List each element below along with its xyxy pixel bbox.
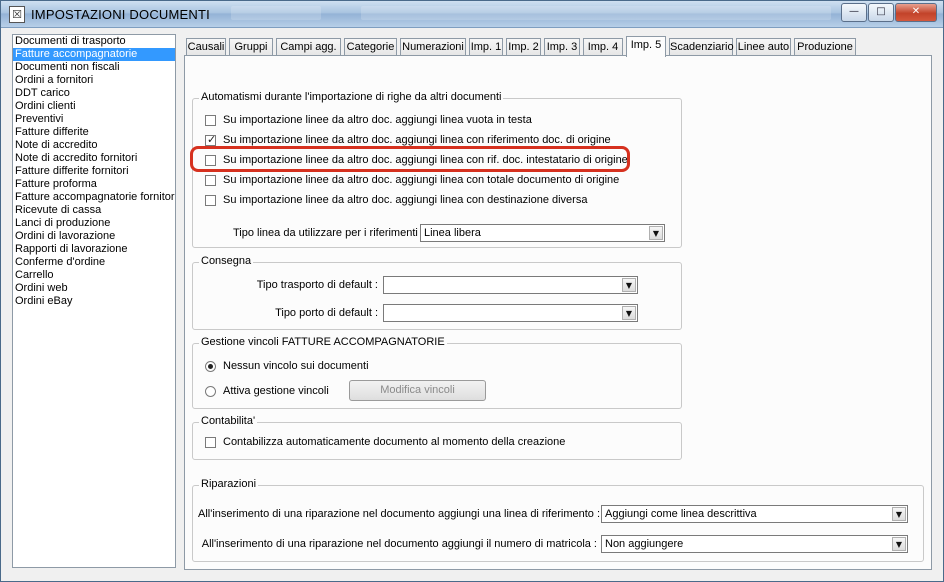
riferimento-select[interactable]: Aggiungi come linea descrittiva ▼ — [601, 505, 908, 523]
list-item[interactable]: Ordini clienti — [13, 100, 175, 113]
list-item[interactable]: Fatture differite — [13, 126, 175, 139]
select-value: Aggiungi come linea descrittiva — [605, 508, 757, 520]
matricola-select[interactable]: Non aggiungere ▼ — [601, 535, 908, 553]
list-item[interactable]: Ordini di lavorazione — [13, 230, 175, 243]
tab-linee-auto[interactable]: Linee auto — [736, 38, 791, 56]
select-value: Linea libera — [424, 227, 481, 239]
list-item[interactable]: DDT carico — [13, 87, 175, 100]
list-item[interactable]: Fatture differite fornitori — [13, 165, 175, 178]
checkmark-icon: ✓ — [207, 133, 217, 146]
tab-causali[interactable]: Causali — [186, 38, 226, 56]
radio-attiva-vincoli[interactable] — [205, 386, 216, 397]
tipo-linea-label: Tipo linea da utilizzare per i riferimen… — [233, 227, 424, 239]
group-legend: Automatismi durante l'importazione di ri… — [199, 91, 504, 103]
chevron-down-icon[interactable]: ▼ — [622, 278, 636, 292]
tab-scadenziario[interactable]: Scadenziario — [669, 38, 734, 56]
group-riparazioni: Riparazioni All'inserimento di una ripar… — [192, 478, 924, 562]
document-type-list[interactable]: Documenti di trasporto Fatture accompagna… — [12, 34, 176, 568]
tipo-trasporto-select[interactable]: ▼ — [383, 276, 638, 294]
riferimento-label: All'inserimento di una riparazione nel d… — [198, 508, 601, 520]
list-item[interactable]: Preventivi — [13, 113, 175, 126]
background-window-ghost — [361, 6, 831, 20]
list-item[interactable]: Fatture accompagnatorie fornitori — [13, 191, 175, 204]
matricola-label: All'inserimento di una riparazione nel d… — [201, 538, 597, 550]
tipo-trasporto-label: Tipo trasporto di default : — [256, 279, 378, 291]
group-contabilita: Contabilita' Contabilizza automaticament… — [192, 415, 682, 460]
group-consegna: Consegna Tipo trasporto di default : ▼ T… — [192, 255, 682, 330]
tab-gruppi[interactable]: Gruppi — [229, 38, 273, 56]
tipo-porto-label: Tipo porto di default : — [275, 307, 378, 319]
list-item[interactable]: Conferme d'ordine — [13, 256, 175, 269]
title-bar[interactable]: ☒ IMPOSTAZIONI DOCUMENTI — □ ✕ — [1, 1, 943, 28]
select-value: Non aggiungere — [605, 538, 684, 550]
list-item[interactable]: Ricevute di cassa — [13, 204, 175, 217]
window-title: IMPOSTAZIONI DOCUMENTI — [31, 7, 210, 22]
background-window-ghost — [231, 6, 321, 20]
group-automatismi: Automatismi durante l'importazione di ri… — [192, 91, 682, 248]
list-item[interactable]: Ordini web — [13, 282, 175, 295]
automatismo-checkbox[interactable] — [205, 195, 216, 206]
maximize-button[interactable]: □ — [868, 3, 894, 22]
list-item[interactable]: Carrello — [13, 269, 175, 282]
list-item[interactable]: Documenti di trasporto — [13, 35, 175, 48]
tab-panel-imp5: Automatismi durante l'importazione di ri… — [184, 55, 932, 570]
radio-nessun-vincolo-label: Nessun vincolo sui documenti — [223, 360, 369, 372]
highlight-annotation — [190, 146, 630, 172]
tab-imp-2[interactable]: Imp. 2 — [506, 38, 541, 56]
tipo-linea-select[interactable]: Linea libera ▼ — [420, 224, 665, 242]
window-controls: — □ ✕ — [841, 3, 937, 22]
automatismo-label: Su importazione linee da altro doc. aggi… — [223, 174, 620, 186]
list-item[interactable]: Fatture proforma — [13, 178, 175, 191]
group-legend: Riparazioni — [199, 478, 259, 490]
minimize-button[interactable]: — — [841, 3, 867, 22]
chevron-down-icon[interactable]: ▼ — [622, 306, 636, 320]
window-client: Documenti di trasporto Fatture accompagna… — [7, 28, 939, 577]
tab-imp-4[interactable]: Imp. 4 — [583, 38, 623, 56]
tab-categorie[interactable]: Categorie — [344, 38, 397, 56]
group-legend: Consegna — [199, 255, 254, 267]
radio-attiva-vincoli-label: Attiva gestione vincoli — [223, 385, 329, 397]
tab-produzione[interactable]: Produzione — [794, 38, 856, 56]
chevron-down-icon[interactable]: ▼ — [649, 226, 663, 240]
close-button[interactable]: ✕ — [895, 3, 937, 22]
automatismo-checkbox[interactable]: ✓ — [205, 133, 217, 146]
automatismo-checkbox[interactable] — [205, 175, 216, 186]
list-item[interactable]: Note di accredito — [13, 139, 175, 152]
list-item[interactable]: Note di accredito fornitori — [13, 152, 175, 165]
tab-campi-agg[interactable]: Campi agg. — [276, 38, 341, 56]
radio-dot — [208, 364, 213, 369]
tab-numerazioni[interactable]: Numerazioni — [400, 38, 466, 56]
tab-imp-5[interactable]: Imp. 5 — [626, 36, 666, 57]
contabilizza-label: Contabilizza automaticamente documento a… — [223, 436, 566, 448]
automatismo-label: Su importazione linee da altro doc. aggi… — [223, 194, 588, 206]
tipo-porto-select[interactable]: ▼ — [383, 304, 638, 322]
list-item[interactable]: Documenti non fiscali — [13, 61, 175, 74]
chevron-down-icon[interactable]: ▼ — [892, 507, 906, 521]
list-item[interactable]: Lanci di produzione — [13, 217, 175, 230]
contabilizza-checkbox[interactable] — [205, 437, 216, 448]
list-item[interactable]: Rapporti di lavorazione — [13, 243, 175, 256]
radio-nessun-vincolo[interactable] — [205, 361, 216, 372]
tab-imp-1[interactable]: Imp. 1 — [469, 38, 503, 56]
tab-imp-3[interactable]: Imp. 3 — [544, 38, 580, 56]
group-legend: Gestione vincoli FATTURE ACCOMPAGNATORIE — [199, 336, 447, 348]
automatismo-checkbox[interactable] — [205, 115, 216, 126]
modifica-vincoli-button[interactable]: Modifica vincoli — [349, 380, 486, 401]
settings-window: ☒ IMPOSTAZIONI DOCUMENTI — □ ✕ Documenti… — [0, 0, 944, 582]
automatismo-label: Su importazione linee da altro doc. aggi… — [223, 114, 532, 126]
group-legend: Contabilita' — [199, 415, 258, 427]
group-vincoli: Gestione vincoli FATTURE ACCOMPAGNATORIE… — [192, 336, 682, 409]
list-item[interactable]: Fatture accompagnatorie — [13, 48, 175, 61]
chevron-down-icon[interactable]: ▼ — [892, 537, 906, 551]
document-icon: ☒ — [9, 6, 25, 23]
list-item[interactable]: Ordini a fornitori — [13, 74, 175, 87]
list-item[interactable]: Ordini eBay — [13, 295, 175, 308]
